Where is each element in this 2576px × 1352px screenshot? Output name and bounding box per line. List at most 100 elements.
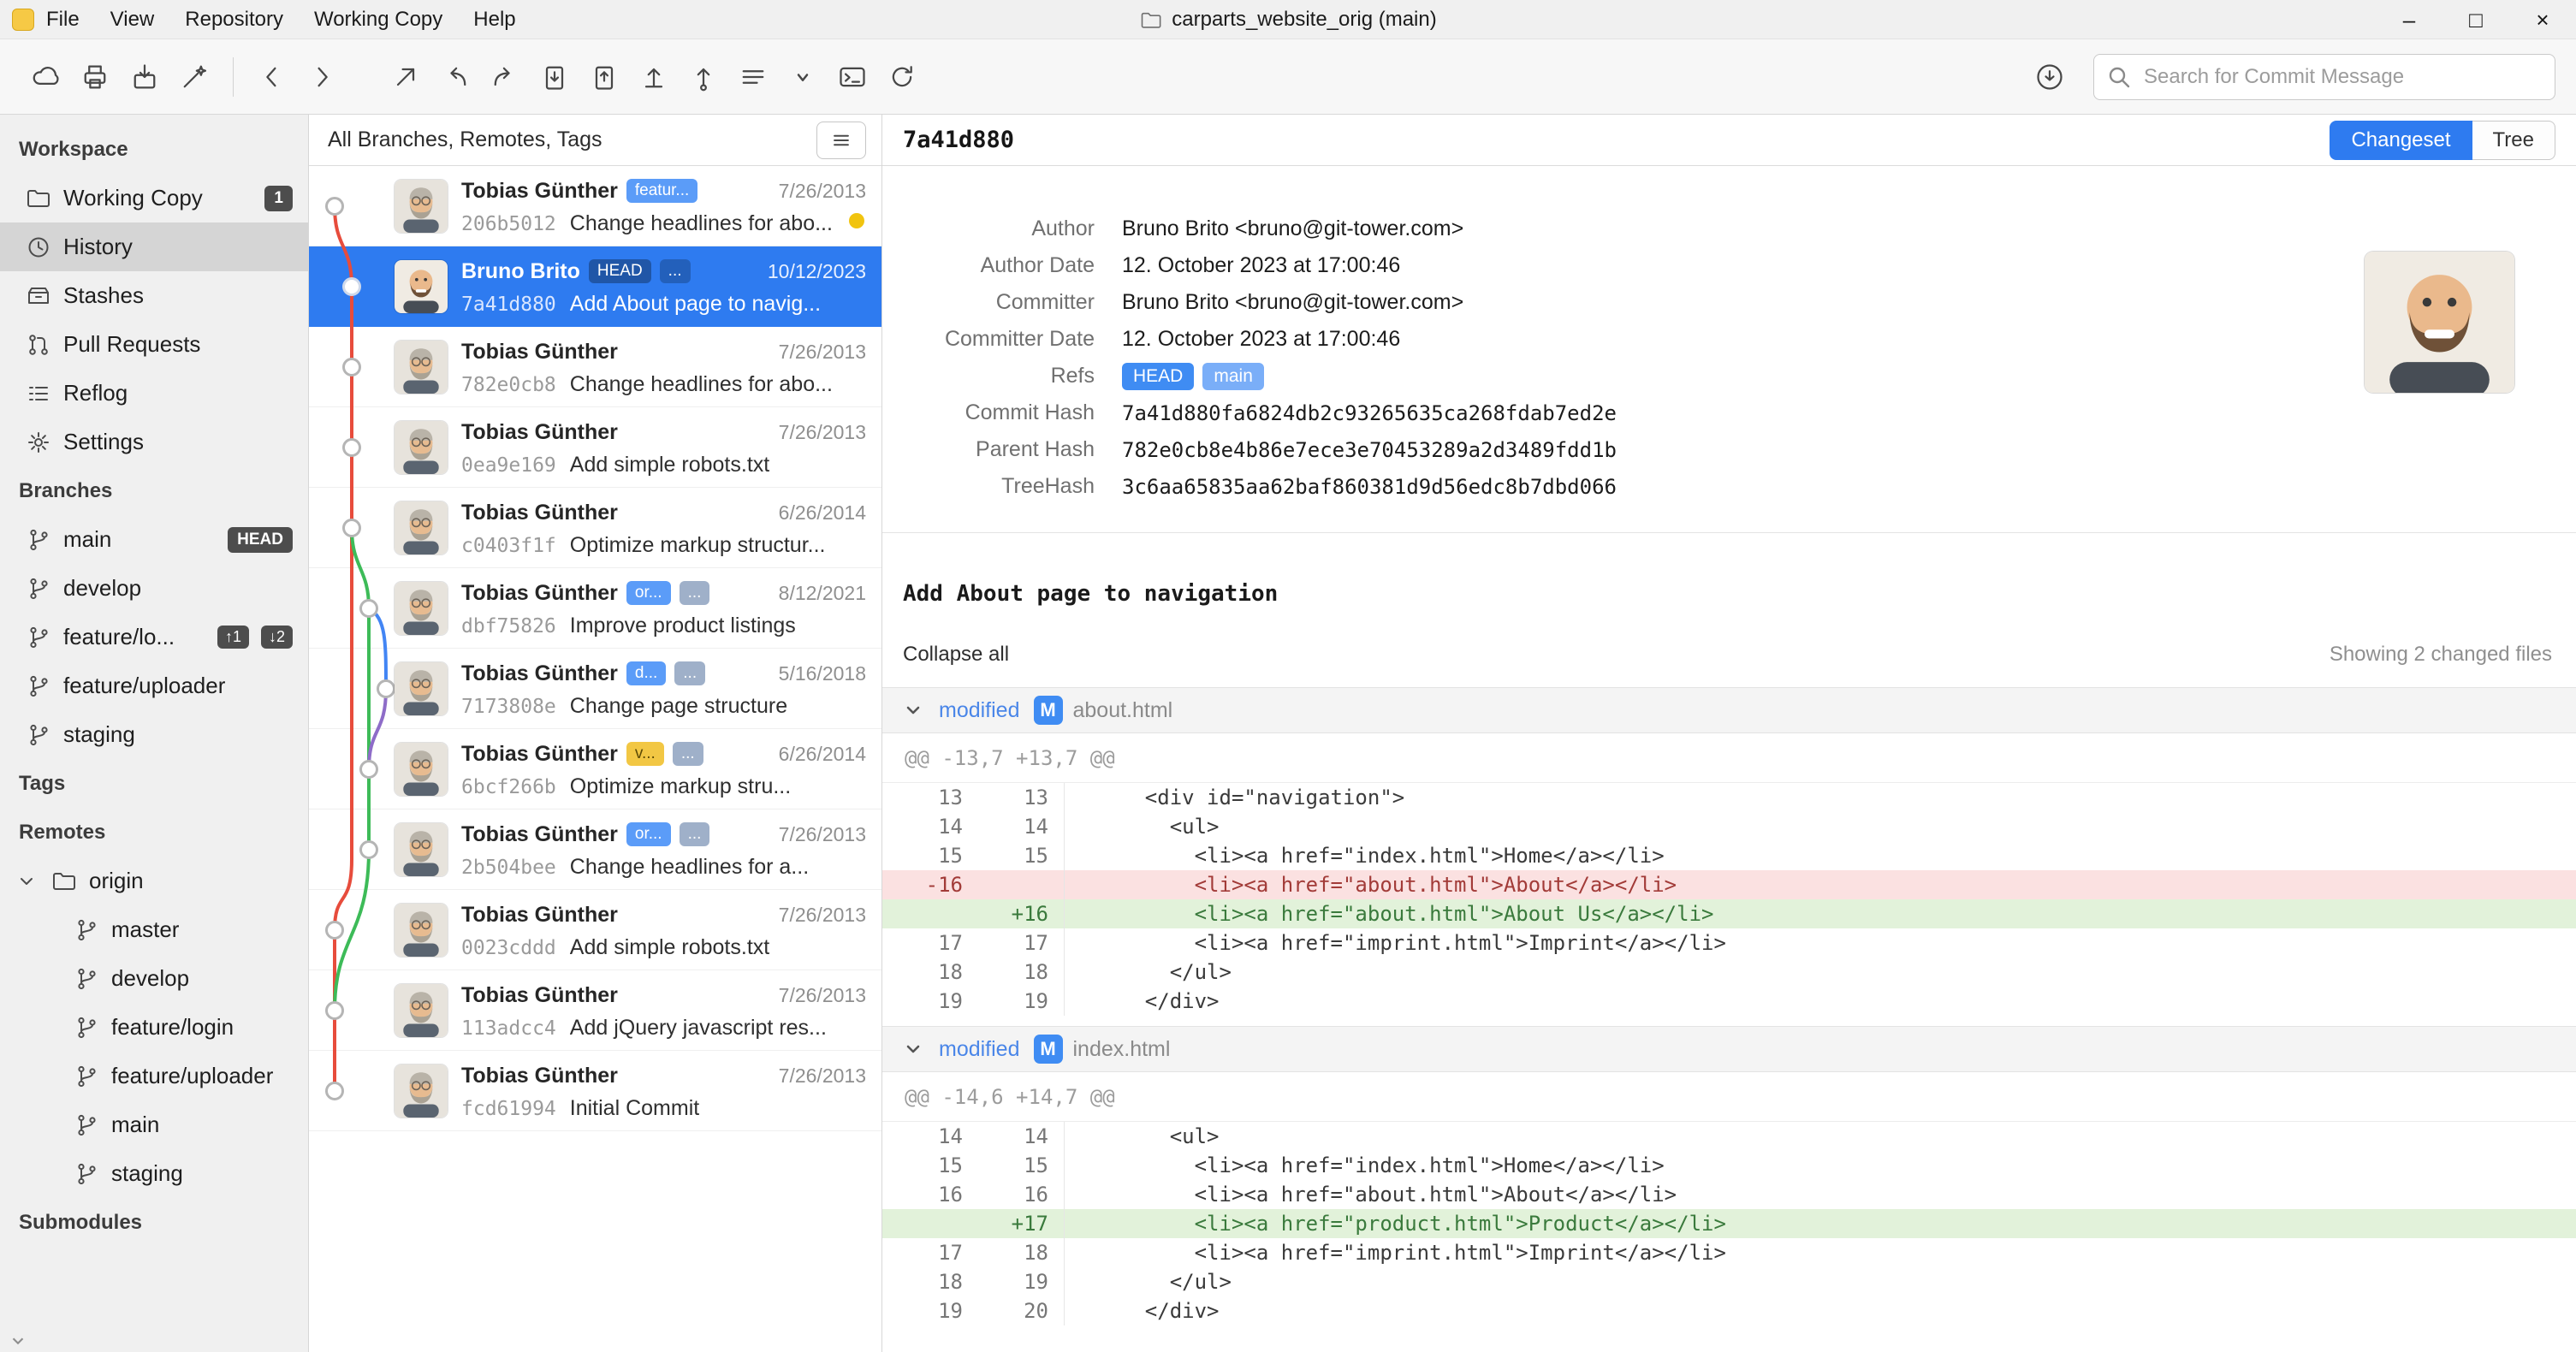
commit-message: Change headlines for abo...: [569, 372, 833, 396]
stash-apply-icon[interactable]: [579, 50, 629, 104]
download-updates-icon[interactable]: [2025, 50, 2074, 104]
maximize-button[interactable]: □: [2442, 0, 2509, 39]
menu-view[interactable]: View: [110, 8, 155, 32]
diff-file-header[interactable]: modified M index.html: [882, 1026, 2576, 1072]
sidebar-remote-branch-main[interactable]: main: [0, 1100, 308, 1149]
push-icon[interactable]: [480, 50, 530, 104]
commit-row-selected[interactable]: Bruno Brito HEAD ... 7a41d880 Add About …: [309, 246, 881, 327]
gutter-new: 15: [1024, 1153, 1048, 1177]
terminal-icon[interactable]: [828, 50, 877, 104]
changed-files-count: Showing 2 changed files: [2329, 643, 2552, 666]
commit-date: 5/16/2018: [778, 662, 866, 685]
changeset-tab[interactable]: Changeset: [2330, 120, 2472, 160]
compare-icon[interactable]: [728, 50, 778, 104]
sidebar-remote-branch-develop[interactable]: develop: [0, 954, 308, 1003]
cloud-icon[interactable]: [21, 50, 70, 104]
minimize-button[interactable]: –: [2376, 0, 2442, 39]
rebase-icon[interactable]: [679, 50, 728, 104]
sidebar-item-label: feature/uploader: [63, 673, 226, 698]
menu-file[interactable]: File: [46, 8, 80, 32]
diff-file-header[interactable]: modified M about.html: [882, 687, 2576, 733]
commit-hash: dbf75826: [461, 614, 556, 637]
branch-filter-label[interactable]: All Branches, Remotes, Tags: [328, 127, 602, 152]
avatar: [395, 823, 448, 876]
commit-author: Tobias Günther: [461, 902, 618, 927]
sidebar-remote-origin[interactable]: origin: [0, 857, 308, 905]
menu-working-copy[interactable]: Working Copy: [314, 8, 442, 32]
tree-tab[interactable]: Tree: [2472, 120, 2555, 160]
close-button[interactable]: ×: [2509, 0, 2576, 39]
committer-value: Bruno Brito <bruno@git-tower.com>: [1122, 290, 1464, 314]
menu-repository[interactable]: Repository: [185, 8, 283, 32]
sidebar-item-settings[interactable]: Settings: [0, 418, 308, 466]
branch-icon: [26, 576, 51, 602]
sidebar-remote-branch-staging[interactable]: staging: [0, 1149, 308, 1198]
commit-row[interactable]: Tobias Günther or... ... dbf75826 Improv…: [309, 568, 881, 649]
search-input[interactable]: [2093, 53, 2555, 100]
commit-row[interactable]: Tobias Günther d... ... 7173808e Change …: [309, 649, 881, 729]
back-icon[interactable]: [247, 50, 297, 104]
sidebar-scroll-chevron-icon[interactable]: [9, 1331, 27, 1350]
gutter-old: 14: [938, 815, 963, 839]
refresh-icon[interactable]: [877, 50, 927, 104]
diff-line: 18 19 </ul>: [882, 1267, 2576, 1296]
sidebar-branch-feature-uploader[interactable]: feature/uploader: [0, 661, 308, 710]
gutter-new: 17: [1024, 931, 1048, 955]
pull-icon[interactable]: [430, 50, 480, 104]
gutter-old: 13: [938, 786, 963, 809]
menu-help[interactable]: Help: [473, 8, 515, 32]
toolbar-divider: [233, 56, 234, 97]
sidebar-item-history[interactable]: History: [0, 222, 308, 271]
sidebar-item-stashes[interactable]: Stashes: [0, 271, 308, 320]
collapse-all-link[interactable]: Collapse all: [903, 643, 1009, 667]
commit-row[interactable]: Tobias Günther 113adcc4 Add jQuery javas…: [309, 970, 881, 1051]
chevron-down-icon[interactable]: [14, 869, 39, 894]
compare-dropdown-chevron[interactable]: [778, 50, 828, 104]
commit-row[interactable]: Tobias Günther 782e0cb8 Change headlines…: [309, 327, 881, 407]
commit-row[interactable]: Tobias Günther v... ... 6bcf266b Optimiz…: [309, 729, 881, 809]
merge-icon[interactable]: [629, 50, 679, 104]
gutter-old: 18: [938, 960, 963, 984]
code-text: <li><a href="about.html">About</a></li>: [1064, 870, 2576, 899]
commit-row[interactable]: Tobias Günther featur... 206b5012 Change…: [309, 166, 881, 246]
chevron-down-icon[interactable]: [903, 1039, 923, 1059]
sidebar-remote-branch-feature-uploader[interactable]: feature/uploader: [0, 1052, 308, 1100]
forward-icon[interactable]: [297, 50, 347, 104]
commit-box-icon[interactable]: [120, 50, 169, 104]
sidebar-item-reflog[interactable]: Reflog: [0, 369, 308, 418]
sidebar-item-pull-requests[interactable]: Pull Requests: [0, 320, 308, 369]
sidebar-remote-branch-feature-login[interactable]: feature/login: [0, 1003, 308, 1052]
stash-save-icon[interactable]: [530, 50, 579, 104]
print-icon[interactable]: [70, 50, 120, 104]
code-text: <li><a href="about.html">About Us</a></l…: [1064, 899, 2576, 928]
commit-message: Change headlines for abo...: [569, 211, 833, 235]
commit-message: Improve product listings: [569, 614, 796, 637]
commit-row[interactable]: Tobias Günther 0023cddd Add simple robot…: [309, 890, 881, 970]
commit-row[interactable]: Tobias Günther fcd61994 Initial Commit 7…: [309, 1051, 881, 1131]
sidebar-branch-main[interactable]: main HEAD: [0, 515, 308, 564]
code-text: </ul>: [1064, 958, 2576, 987]
chevron-down-icon[interactable]: [903, 700, 923, 720]
commit-hash: 2b504bee: [461, 856, 556, 879]
sidebar-item-label: main: [111, 1112, 160, 1137]
diff-line: 18 18 </ul>: [882, 958, 2576, 987]
quick-actions-icon[interactable]: [169, 50, 219, 104]
commit-row[interactable]: Tobias Günther c0403f1f Optimize markup …: [309, 488, 881, 568]
gutter-old: [882, 1209, 978, 1238]
sidebar-branch-feature-login[interactable]: feature/lo... ↑1 ↓2: [0, 613, 308, 661]
list-options-button[interactable]: [816, 121, 866, 159]
sidebar-remote-branch-master[interactable]: master: [0, 905, 308, 954]
sidebar-item-label: feature/lo...: [63, 624, 175, 649]
branch-icon: [74, 1064, 99, 1089]
commit-row[interactable]: Tobias Günther or... ... 2b504bee Change…: [309, 809, 881, 890]
commit-row[interactable]: Tobias Günther 0ea9e169 Add simple robot…: [309, 407, 881, 488]
sidebar-item-label: History: [63, 234, 133, 259]
sidebar-item-working-copy[interactable]: Working Copy 1: [0, 174, 308, 222]
avatar: [395, 341, 448, 394]
commit-author: Tobias Günther: [461, 741, 618, 766]
sidebar-branch-develop[interactable]: develop: [0, 564, 308, 613]
diff-line: 15 15 <li><a href="index.html">Home</a></…: [882, 1151, 2576, 1180]
branch-badge: or...: [626, 581, 671, 605]
checkout-icon[interactable]: [381, 50, 430, 104]
sidebar-branch-staging[interactable]: staging: [0, 710, 308, 759]
